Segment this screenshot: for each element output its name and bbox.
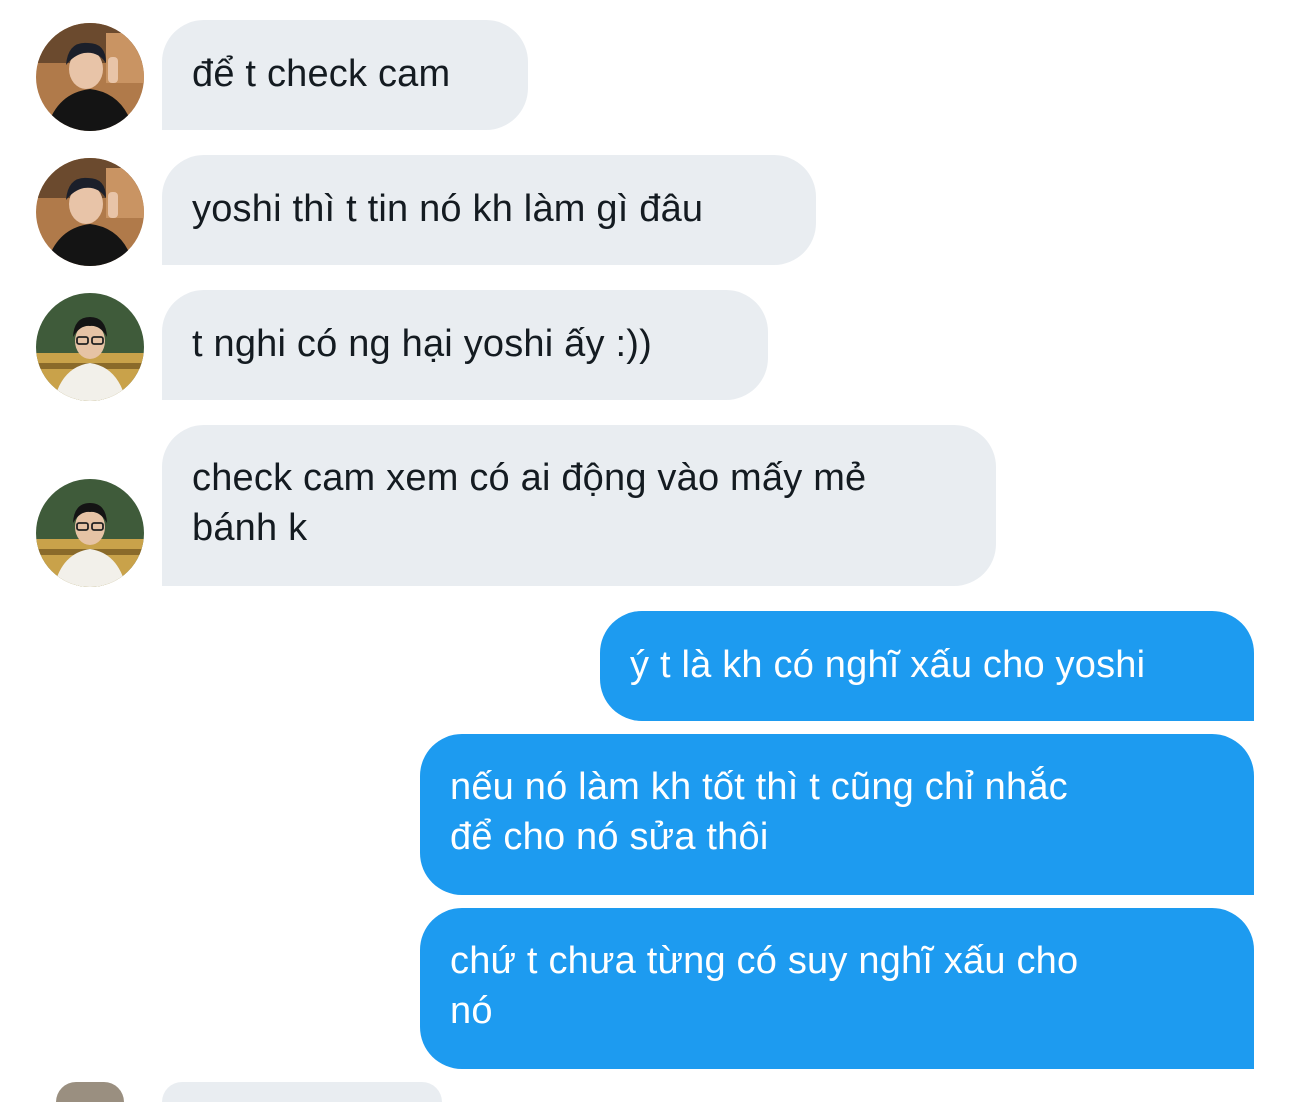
message-bubble-incoming[interactable]: để t check cam <box>162 20 528 130</box>
message-bubble-outgoing[interactable]: nếu nó làm kh tốt thì t cũng chỉ nhắc để… <box>420 734 1254 895</box>
avatar-photo-black-shirt <box>36 23 144 131</box>
message-bubble-incoming[interactable]: yoshi thì t tin nó kh làm gì đâu <box>162 155 816 265</box>
avatar-photo-black-shirt <box>36 158 144 266</box>
message-bubble-incoming[interactable]: check cam xem có ai động vào mấy mẻ bánh… <box>162 425 996 586</box>
message-bubble-outgoing[interactable]: ý t là kh có nghĩ xấu cho yoshi <box>600 611 1254 721</box>
avatar[interactable] <box>36 293 144 401</box>
message-bubble-outgoing[interactable]: chứ t chưa từng có suy nghĩ xấu cho nó <box>420 908 1254 1069</box>
message-bubble-incoming-partial <box>162 1082 442 1102</box>
avatar-photo-glasses <box>36 293 144 401</box>
chat-thread: để t check cam yoshi thì t tin nó kh làm… <box>0 0 1290 1102</box>
avatar[interactable] <box>36 479 144 587</box>
avatar-partial <box>56 1082 124 1102</box>
message-bubble-incoming[interactable]: t nghi có ng hại yoshi ấy :)) <box>162 290 768 400</box>
avatar-photo-glasses <box>36 479 144 587</box>
avatar[interactable] <box>36 158 144 266</box>
avatar[interactable] <box>36 23 144 131</box>
